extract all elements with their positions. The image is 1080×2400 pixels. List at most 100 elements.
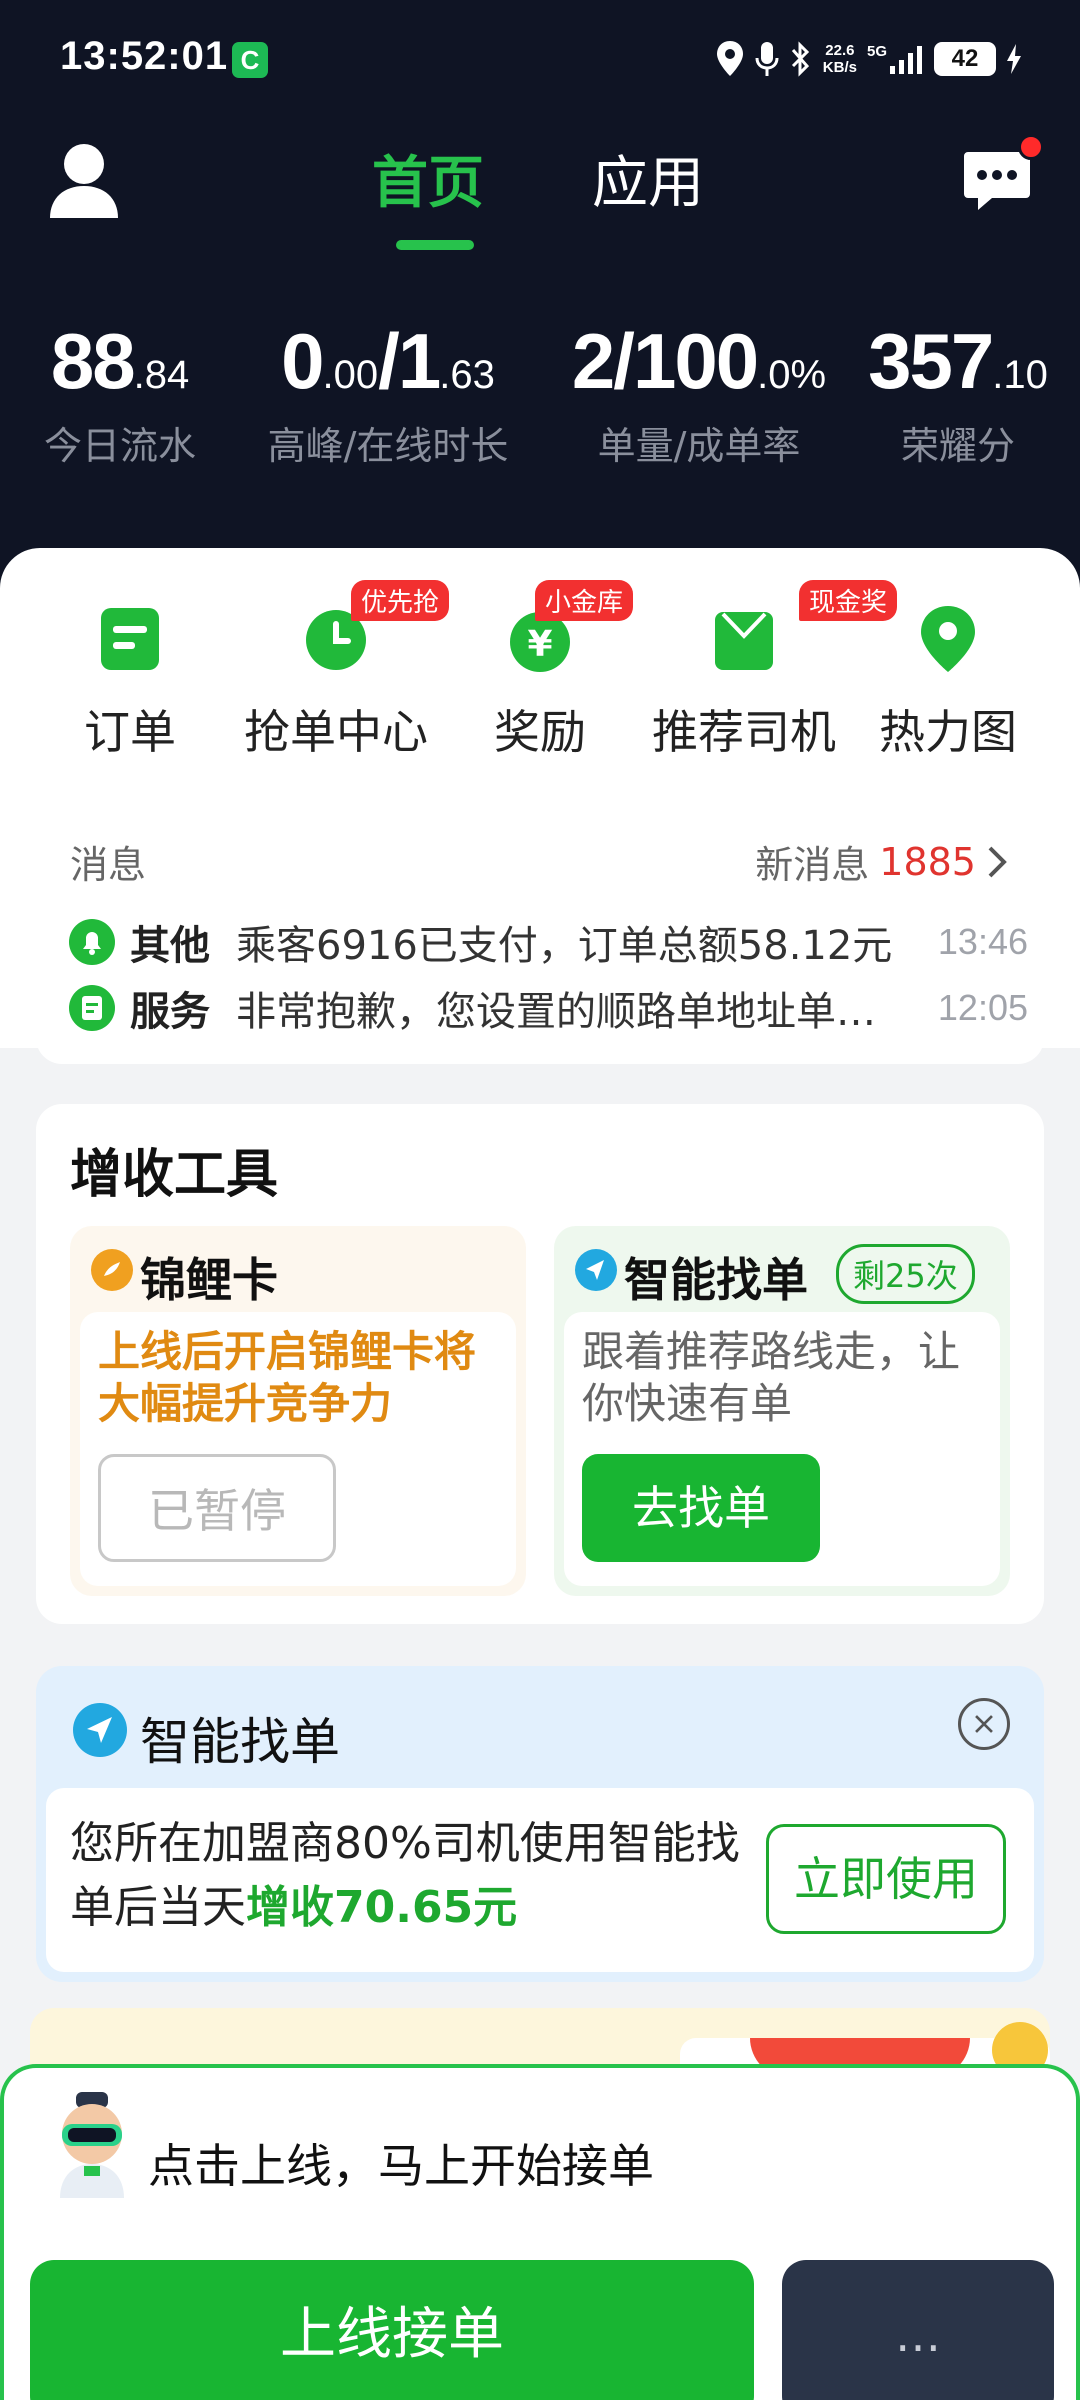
smart-find-card[interactable]: 智能找单 剩25次 跟着推荐路线走，让你快速有单 去找单 — [554, 1226, 1010, 1596]
chat-icon[interactable] — [962, 148, 1032, 212]
stat-value: 0 — [281, 317, 324, 405]
find-order-button[interactable]: 去找单 — [582, 1454, 820, 1562]
stat-decimal-2: .63 — [439, 353, 495, 397]
quick-label: 抢单中心 — [244, 705, 428, 759]
new-messages-label: 新消息 — [755, 843, 870, 887]
profile-icon[interactable] — [48, 142, 120, 220]
stat-online-time[interactable]: 0.00/1.63 高峰/在线时长 — [248, 316, 528, 470]
speed-unit: KB/s — [822, 59, 857, 76]
quick-label: 热力图 — [879, 705, 1017, 759]
signal-group: 5G — [867, 44, 924, 74]
message-category: 其他 — [130, 923, 210, 969]
income-tools-card: 增收工具 锦鲤卡 上线后开启锦鲤卡将大幅提升竞争力 已暂停 智能找单 剩25次 … — [36, 1104, 1044, 1624]
top-nav: 首页 应用 — [0, 130, 1080, 260]
microphone-icon — [755, 42, 779, 76]
quick-tag: 小金库 — [535, 580, 634, 621]
banner-desc-highlight: 增收70.65元 — [246, 1882, 518, 1933]
chevron-right-icon — [988, 846, 1007, 877]
bluetooth-icon — [791, 41, 809, 77]
messages-title: 消息 — [70, 843, 147, 887]
quick-order[interactable]: 订单 — [30, 604, 230, 762]
recommend-driver-icon — [715, 612, 773, 670]
unread-dot — [1018, 134, 1044, 160]
svg-text:¥: ¥ — [527, 624, 552, 665]
status-time: 13:52:01 — [60, 34, 229, 78]
stat-honor-score[interactable]: 357.10 荣耀分 — [860, 316, 1056, 470]
location-icon — [716, 41, 743, 76]
banner-title: 智能找单 — [140, 1713, 340, 1771]
quick-recommend-driver[interactable]: 现金奖 推荐司机 — [644, 580, 898, 762]
stat-value: 357 — [868, 317, 994, 405]
quick-heatmap[interactable]: 热力图 — [848, 604, 1048, 762]
status-right: 22.6 KB/s 5G 42 — [715, 36, 1022, 82]
stat-orders[interactable]: 2/100.0% 单量/成单率 — [566, 316, 832, 470]
stat-value: 88 — [50, 317, 136, 405]
stat-value-2: /1 — [378, 317, 441, 405]
stat-decimal: .10 — [992, 353, 1048, 397]
quick-reward[interactable]: ¥ 小金库 奖励 — [440, 580, 640, 762]
quick-label: 推荐司机 — [652, 705, 836, 759]
charging-icon — [1007, 44, 1021, 74]
robot-mascot-icon — [60, 2092, 124, 2198]
network-speed: 22.6 KB/s — [823, 42, 857, 76]
stat-decimal: .0% — [757, 353, 827, 397]
service-icon — [69, 985, 115, 1031]
new-messages-count: 1885 — [879, 839, 976, 884]
quick-label: 订单 — [84, 705, 176, 759]
go-online-button[interactable]: 上线接单 — [30, 2260, 754, 2400]
koi-title: 锦鲤卡 — [140, 1253, 278, 1307]
message-time: 13:46 — [937, 921, 1028, 962]
navigation-icon — [575, 1249, 617, 1291]
message-text: 乘客6916已支付，订单总额58.12元 — [236, 923, 893, 969]
driver-home-page: { "status_bar": { "time": "13:52:01", "c… — [0, 0, 1080, 2400]
stats-row: 88.84 今日流水 0.00/1.63 高峰/在线时长 2/100.0% 单量… — [0, 316, 1080, 476]
message-time: 12:05 — [937, 987, 1028, 1028]
battery-level: 42 — [934, 42, 996, 76]
network-type: 5G — [866, 43, 887, 60]
navigation-icon — [73, 1703, 127, 1757]
banner-desc: 您所在加盟商80%司机使用智能找单后当天增收70.65元 — [70, 1812, 760, 1940]
smart-find-title: 智能找单 — [624, 1253, 808, 1307]
remaining-badge: 剩25次 — [836, 1244, 975, 1304]
koi-paused-button[interactable]: 已暂停 — [98, 1454, 336, 1562]
close-icon[interactable] — [958, 1698, 1010, 1750]
message-row[interactable]: 服务 非常抱歉，您设置的顺路单地址单… 12:05 — [68, 980, 1028, 1036]
stat-label: 荣耀分 — [900, 424, 1015, 468]
go-online-sheet: 点击上线，马上开始接单 上线接单 … — [0, 2064, 1080, 2400]
tab-apps[interactable]: 应用 — [592, 138, 704, 219]
go-online-hint: 点击上线，马上开始接单 — [148, 2139, 654, 2193]
stat-label: 单量/成单率 — [597, 424, 801, 468]
stat-label: 今日流水 — [43, 424, 196, 468]
location-pin-icon — [921, 606, 975, 672]
smart-find-desc: 跟着推荐路线走，让你快速有单 — [582, 1327, 961, 1428]
stat-label: 高峰/在线时长 — [267, 424, 509, 468]
smart-find-banner: 智能找单 您所在加盟商80%司机使用智能找单后当天增收70.65元 立即使用 — [36, 1666, 1044, 1982]
tools-title: 增收工具 — [70, 1145, 279, 1205]
message-row[interactable]: 其他 乘客6916已支付，订单总额58.12元 13:46 — [68, 914, 1028, 970]
speed-value: 22.6 — [825, 42, 855, 59]
koi-icon — [91, 1249, 133, 1291]
active-tab-indicator — [396, 240, 474, 250]
message-category: 服务 — [130, 989, 210, 1035]
carrier-badge: C — [232, 42, 268, 78]
stat-decimal: .00 — [322, 353, 379, 397]
secondary-button[interactable]: … — [782, 2260, 1054, 2400]
signal-icon — [890, 46, 922, 74]
stat-decimal: .84 — [133, 353, 190, 397]
new-messages-link[interactable]: 新消息 1885 — [755, 834, 1008, 889]
use-now-button[interactable]: 立即使用 — [766, 1824, 1006, 1934]
bell-icon — [69, 919, 115, 965]
quick-tag: 优先抢 — [351, 580, 450, 621]
koi-desc: 上线后开启锦鲤卡将大幅提升竞争力 — [98, 1327, 477, 1428]
stat-value: 2/100 — [571, 317, 759, 405]
koi-card[interactable]: 锦鲤卡 上线后开启锦鲤卡将大幅提升竞争力 已暂停 — [70, 1226, 526, 1596]
tab-home[interactable]: 首页 — [372, 138, 484, 219]
banner-body: 您所在加盟商80%司机使用智能找单后当天增收70.65元 立即使用 — [46, 1788, 1034, 1972]
quick-label: 奖励 — [494, 705, 586, 759]
messages-card[interactable]: 消息 新消息 1885 其他 乘客6916已支付，订单总额58.12元 13:4… — [36, 820, 1044, 1064]
status-bar: 13:52:01 C 22.6 KB/s 5G 42 — [0, 0, 1080, 120]
order-icon — [101, 608, 159, 670]
stat-income[interactable]: 88.84 今日流水 — [24, 316, 216, 470]
quick-grab-center[interactable]: 优先抢 抢单中心 — [236, 580, 450, 762]
message-text: 非常抱歉，您设置的顺路单地址单… — [236, 989, 876, 1035]
